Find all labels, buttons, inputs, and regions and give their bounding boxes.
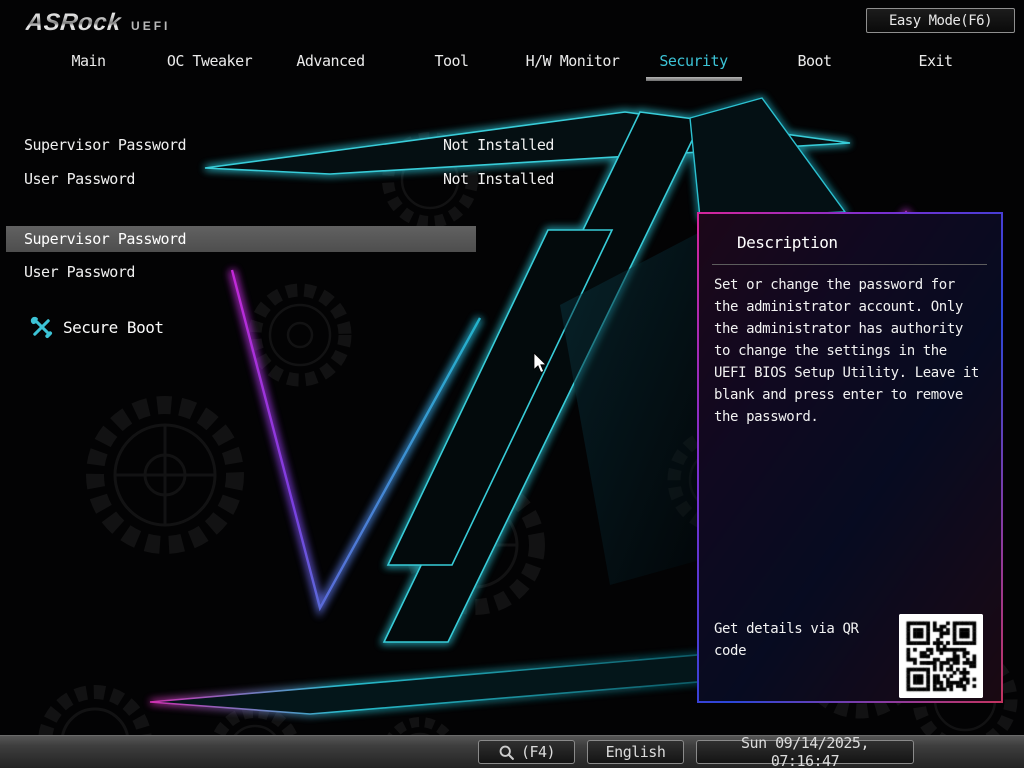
asrock-logo: ASRock UEFI [24,9,171,37]
tab-exit-label: Exit [918,52,953,70]
menu-item-secure-boot[interactable]: Secure Boot [30,316,164,339]
qr-caption: Get details via QR code [714,621,859,659]
tab-security-label: Security [659,52,728,70]
asrock-logo-text: ASRock [24,9,123,36]
tab-hw-monitor-label: H/W Monitor [525,52,620,70]
tab-exit[interactable]: Exit [875,52,996,81]
qr-code [899,614,983,698]
tab-advanced-label: Advanced [296,52,365,70]
top-nav: Main OC Tweaker Advanced Tool H/W Monito… [28,52,996,81]
menu-item-supervisor-password[interactable]: Supervisor Password [6,226,476,252]
tab-security-underline [645,77,742,81]
tab-tool[interactable]: Tool [391,52,512,81]
description-title: Description [737,233,838,252]
tab-oc-tweaker[interactable]: OC Tweaker [149,52,270,81]
description-separator [712,264,987,265]
description-panel: Description Set or change the password f… [697,212,1003,703]
secure-boot-label: Secure Boot [63,318,164,337]
user-password-status-label: User Password [24,170,135,188]
tab-advanced[interactable]: Advanced [270,52,391,81]
description-body: Set or change the password for the admin… [714,277,979,425]
search-button[interactable]: (F4) [478,740,575,764]
tab-main-label: Main [71,52,106,70]
tab-security[interactable]: Security [633,52,754,81]
footer-bar: (F4) English Sun 09/14/2025, 07:16:47 [0,734,1024,768]
search-icon [499,745,514,760]
easy-mode-button[interactable]: Easy Mode(F6) [866,8,1015,33]
supervisor-password-status-label: Supervisor Password [24,136,187,154]
tab-hw-monitor[interactable]: H/W Monitor [512,52,633,81]
supervisor-password-status-value: Not Installed [443,136,554,154]
bios-screen: ASRock UEFI Easy Mode(F6) Main OC Tweake… [0,0,1024,768]
tab-main[interactable]: Main [28,52,149,81]
user-password-status-value: Not Installed [443,170,554,188]
tab-boot-label: Boot [797,52,832,70]
search-hotkey-label: (F4) [520,743,556,761]
menu-item-user-password[interactable]: User Password [6,259,476,285]
tab-boot[interactable]: Boot [754,52,875,81]
menu-item-supervisor-password-label: Supervisor Password [24,230,187,248]
uefi-label: UEFI [131,19,171,33]
tools-icon [30,316,53,339]
tab-tool-label: Tool [434,52,469,70]
menu-item-user-password-label: User Password [24,263,135,281]
language-button[interactable]: English [587,740,684,764]
datetime-button[interactable]: Sun 09/14/2025, 07:16:47 [696,734,914,768]
description-panel-inner: Description Set or change the password f… [699,214,1001,701]
tab-oc-tweaker-label: OC Tweaker [166,52,253,70]
